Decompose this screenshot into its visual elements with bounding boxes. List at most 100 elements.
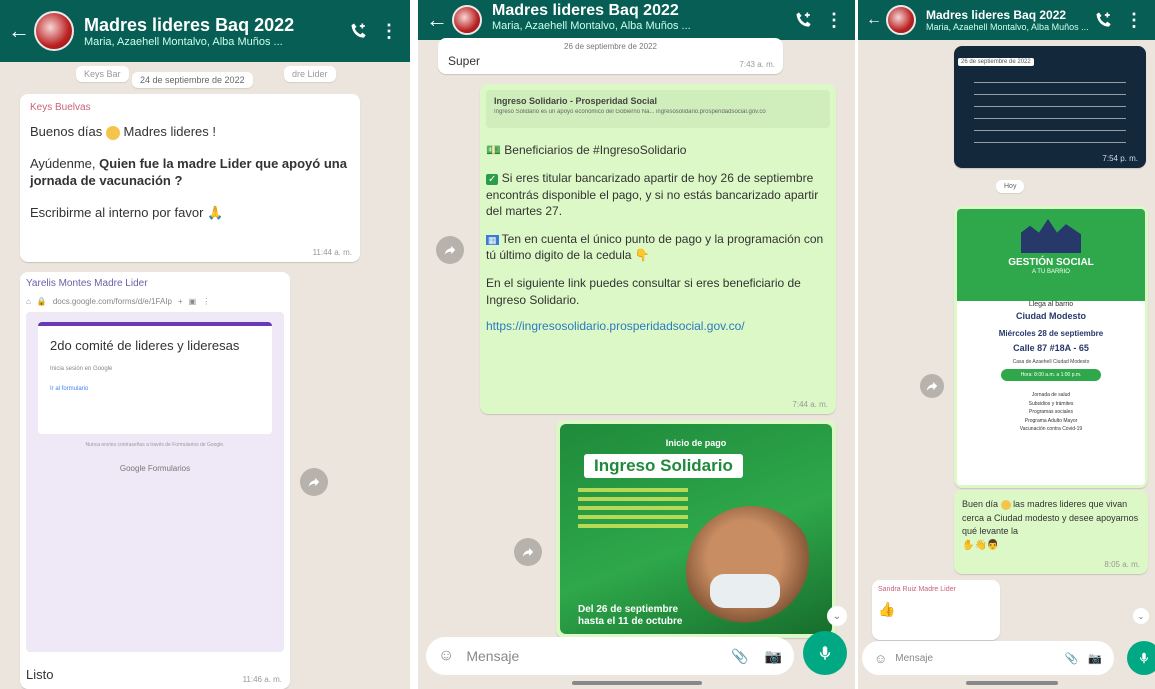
form-link[interactable]: Ir al formulario	[50, 386, 260, 392]
forward-icon[interactable]	[300, 468, 328, 496]
forward-icon[interactable]	[514, 538, 542, 566]
mic-button[interactable]	[803, 631, 847, 675]
message-paragraph: ✓ Si eres titular bancarizado apartir de…	[486, 170, 830, 219]
gestion-social-poster[interactable]: GESTIÓN SOCIAL A TU BARRIO Llega al barr…	[957, 209, 1145, 485]
google-forms-logo: Google Formularios	[119, 464, 191, 473]
chat-header: ← Madres lideres Baq 2022 Maria, Azaehel…	[858, 0, 1155, 40]
back-arrow-icon[interactable]: ←	[8, 20, 30, 42]
message-text: Buenos días	[30, 124, 103, 139]
message-time: 7:54 p. m.	[1102, 154, 1138, 163]
form-card[interactable]: 2do comité de lideres y lideresas Inicia…	[38, 322, 272, 434]
poster-line: Llega al barrio	[1028, 301, 1074, 308]
menu-icon: ⋮	[202, 297, 211, 306]
image-date-line: Del 26 de septiembre	[578, 604, 679, 615]
peek-text-right: dre Lider	[284, 66, 336, 82]
camera-icon[interactable]: 📷	[1088, 652, 1102, 665]
attach-icon[interactable]: 📎	[731, 648, 748, 665]
message-input-bar[interactable]: ☺ Mensaje 📎 📷	[862, 641, 1114, 675]
link-preview-title: Ingreso Solidario - Prosperidad Social	[494, 96, 658, 106]
call-add-icon[interactable]	[348, 20, 370, 42]
mic-button[interactable]	[1127, 641, 1155, 675]
poster-item: Programa Adulto Mayor	[1024, 417, 1078, 424]
scroll-down-icon[interactable]: ⌄	[1133, 608, 1149, 624]
image-message[interactable]: GESTIÓN SOCIAL A TU BARRIO Llega al barr…	[954, 206, 1148, 488]
ingreso-solidario-image[interactable]: Inicio de pago Ingreso Solidario Del 26 …	[560, 424, 832, 634]
chat-header: ← Madres lideres Baq 2022 Maria, Azaehel…	[0, 0, 410, 62]
chat-panel-2: ← Madres lideres Baq 2022 Maria, Azaehel…	[418, 0, 855, 689]
peek-text-left: Keys Bar	[76, 66, 129, 82]
message-bubble[interactable]: Yarelis Montes Madre Lider ⌂ 🔒 docs.goog…	[20, 272, 290, 689]
message-bubble[interactable]: Buen día las madres lideres que vivan ce…	[954, 490, 1148, 574]
check-emoji-icon: ✓	[486, 174, 499, 186]
emoji-icon[interactable]: ☺	[438, 647, 454, 665]
praying-hands-emoji-icon: 🙏	[207, 204, 224, 220]
poster-item-list: Jornada de salud Subsidios y trámites Pr…	[957, 391, 1145, 434]
home-indicator	[966, 681, 1058, 685]
more-options-icon[interactable]: ⋮	[1125, 10, 1143, 31]
back-arrow-icon[interactable]: ←	[866, 12, 882, 28]
image-date-line: hasta el 11 de octubre	[578, 616, 683, 627]
forward-icon[interactable]	[920, 374, 944, 398]
group-avatar[interactable]	[452, 5, 482, 35]
message-input-bar[interactable]: ☺ Mensaje 📎 📷	[426, 637, 794, 675]
form-note: Nunca envíes contraseñas a través de For…	[85, 442, 225, 448]
poster-place: Casa de Azaehell Ciudad Modesto	[1012, 359, 1090, 365]
date-chip: 24 de septiembre de 2022	[132, 72, 253, 88]
message-input[interactable]: Mensaje	[466, 648, 731, 664]
more-options-icon[interactable]: ⋮	[380, 21, 398, 42]
message-link[interactable]: https://ingresosolidario.prosperidadsoci…	[486, 318, 830, 334]
back-arrow-icon[interactable]: ←	[426, 9, 448, 31]
home-indicator	[572, 681, 702, 685]
date-chip: Hoy	[996, 180, 1025, 193]
group-avatar[interactable]	[34, 11, 74, 51]
poster-neighborhood: Ciudad Modesto	[1016, 311, 1086, 321]
message-text: Buen día	[962, 499, 999, 509]
poster-item: Vacunación contra Covid-19	[1019, 426, 1083, 432]
message-bubble[interactable]: 26 de septiembre de 2022 Super 7:43 a. m…	[438, 38, 783, 74]
message-line: Escribirme al interno por favor 🙏	[30, 204, 350, 222]
attach-icon[interactable]: 📎	[1065, 652, 1079, 665]
message-bubble[interactable]: Ingreso Solidario - Prosperidad Social I…	[480, 84, 836, 414]
scroll-down-icon[interactable]: ⌄	[827, 606, 847, 626]
dark-poster-text	[974, 76, 1126, 146]
message-paragraph: ▦ Ten en cuenta el único punto de pago y…	[486, 231, 830, 263]
message-time: 7:44 a. m.	[792, 400, 828, 409]
message-text: Si eres titular bancarizado apartir de h…	[486, 171, 819, 218]
message-time: 11:46 a. m.	[242, 675, 282, 684]
form-preview[interactable]: 2do comité de lideres y lideresas Inicia…	[26, 312, 284, 652]
poster-item: Jornada de salud	[1031, 392, 1071, 398]
message-bubble[interactable]: Keys Buelvas Buenos días Madres lideres …	[20, 94, 360, 262]
chat-panel-1: ← Madres lideres Baq 2022 Maria, Azaehel…	[0, 0, 410, 689]
call-add-icon[interactable]	[1093, 9, 1115, 31]
message-bubble[interactable]: Sandra Ruiz Madre Lider 👍	[872, 580, 1000, 640]
image-body-text	[578, 488, 688, 532]
message-text: Beneficiarios de #IngresoSolidario	[504, 143, 687, 157]
mic-icon	[819, 646, 831, 660]
message-text: Escribirme al interno por favor	[30, 204, 204, 220]
message-input[interactable]: Mensaje	[895, 653, 1064, 664]
message-text: En el siguiente link puedes consultar si…	[486, 276, 801, 307]
chat-title-block[interactable]: Madres lideres Baq 2022 Maria, Azaehell …	[84, 15, 348, 48]
link-url-bar[interactable]: ⌂ 🔒 docs.google.com/forms/d/e/1FAIp + ▣ …	[26, 297, 284, 306]
message-time: 7:43 a. m.	[739, 60, 775, 69]
emoji-icon[interactable]: ☺	[874, 651, 887, 666]
message-text: Super	[448, 54, 481, 68]
chat-title-block[interactable]: Madres lideres Baq 2022 Maria, Azaehell …	[492, 2, 793, 32]
mic-icon	[1139, 652, 1149, 664]
forward-icon[interactable]	[436, 236, 464, 264]
more-options-icon[interactable]: ⋮	[825, 10, 843, 31]
call-add-icon[interactable]	[793, 9, 815, 31]
camera-icon[interactable]: 📷	[765, 648, 782, 665]
image-message[interactable]: 26 de septiembre de 2022 7:54 p. m.	[954, 46, 1146, 168]
message-text: Ten en cuenta el único punto de pago y l…	[486, 232, 824, 263]
group-avatar[interactable]	[886, 5, 916, 35]
thumbs-up-emoji-icon: 👍	[878, 601, 896, 617]
chat-title: Madres lideres Baq 2022	[84, 14, 295, 35]
lock-icon: 🔒	[36, 297, 47, 306]
chat-title-block[interactable]: Madres lideres Baq 2022 Maria, Azaehell …	[926, 8, 1093, 32]
message-line: Buenos días Madres lideres !	[30, 123, 350, 141]
quoted-date: 26 de septiembre de 2022	[564, 42, 657, 51]
link-preview[interactable]: Ingreso Solidario - Prosperidad Social I…	[486, 90, 830, 128]
image-message[interactable]: Inicio de pago Ingreso Solidario Del 26 …	[556, 420, 836, 638]
image-top-text: Inicio de pago	[665, 438, 727, 448]
